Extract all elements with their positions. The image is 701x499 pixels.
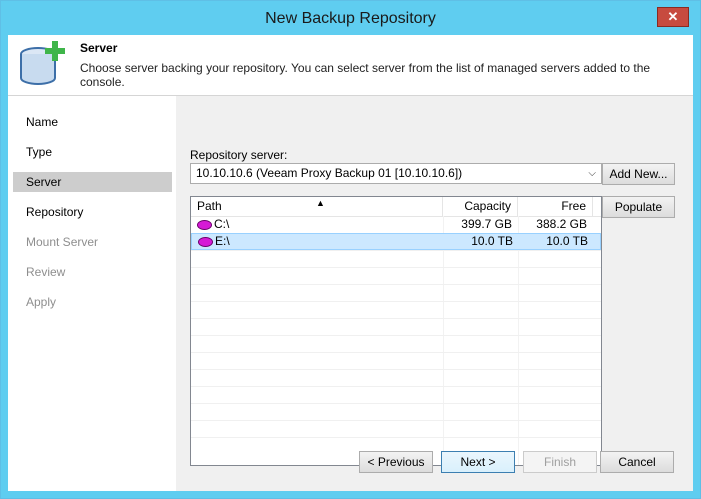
wizard-steps: Name Type Server Repository Mount Server…	[8, 96, 176, 491]
cell-free: 10.0 TB	[546, 234, 588, 248]
grid-line	[191, 267, 601, 268]
column-divider	[443, 216, 444, 465]
finish-button: Finish	[523, 451, 597, 473]
disk-icon	[197, 219, 212, 230]
populate-button[interactable]: Populate	[602, 196, 675, 218]
grid-line	[191, 301, 601, 302]
table-row[interactable]: C:\ 399.7 GB 388.2 GB	[191, 216, 601, 233]
grid-line	[191, 250, 601, 251]
repository-server-label: Repository server:	[190, 148, 288, 162]
disk-icon	[198, 236, 213, 247]
grid-line	[191, 437, 601, 438]
dialog-window: New Backup Repository ✕ Server Choose se…	[0, 0, 701, 499]
grid-line	[191, 318, 601, 319]
grid-line	[191, 284, 601, 285]
grid-line	[191, 352, 601, 353]
close-button[interactable]: ✕	[657, 7, 689, 27]
grid-line	[191, 386, 601, 387]
cell-capacity: 10.0 TB	[471, 234, 513, 248]
nav-step-name[interactable]: Name	[13, 112, 172, 132]
database-add-icon	[20, 41, 65, 85]
nav-step-mount-server: Mount Server	[26, 235, 99, 249]
step-header: Server Choose server backing your reposi…	[8, 35, 693, 96]
nav-step-apply: Apply	[26, 295, 57, 309]
table-header: Path ▲ Capacity Free	[191, 197, 601, 217]
previous-button[interactable]: < Previous	[359, 451, 433, 473]
nav-step-type[interactable]: Type	[13, 142, 172, 162]
table-row[interactable]: E:\ 10.0 TB 10.0 TB	[191, 233, 601, 250]
sort-ascending-icon: ▲	[316, 198, 325, 208]
dialog-body: Server Choose server backing your reposi…	[8, 35, 693, 491]
next-button[interactable]: Next >	[441, 451, 515, 473]
column-divider	[518, 216, 519, 465]
path-text: E:\	[215, 234, 230, 248]
cell-capacity: 399.7 GB	[461, 217, 512, 231]
nav-step-server[interactable]: Server	[13, 172, 172, 192]
column-free[interactable]: Free	[518, 197, 593, 216]
step-title: Server	[80, 41, 118, 55]
repository-server-select[interactable]: 10.10.10.6 (Veeam Proxy Backup 01 [10.10…	[190, 163, 602, 184]
grid-line	[191, 420, 601, 421]
title-bar[interactable]: New Backup Repository ✕	[1, 1, 700, 35]
chevron-down-icon[interactable]: ⌵	[588, 164, 596, 183]
repository-server-value: 10.10.10.6 (Veeam Proxy Backup 01 [10.10…	[196, 166, 463, 180]
column-path-label: Path	[197, 199, 222, 213]
path-text: C:\	[214, 217, 230, 231]
cell-path: C:\	[191, 216, 443, 233]
grid-line	[191, 403, 601, 404]
window-title: New Backup Repository	[265, 10, 436, 27]
grid-line	[191, 369, 601, 370]
step-description: Choose server backing your repository. Y…	[80, 61, 651, 89]
cell-free: 388.2 GB	[536, 217, 587, 231]
add-new-button[interactable]: Add New...	[602, 163, 675, 185]
column-path[interactable]: Path ▲	[191, 197, 443, 216]
cell-path: E:\	[192, 233, 444, 250]
grid-line	[191, 335, 601, 336]
nav-step-review: Review	[26, 265, 66, 279]
volumes-table: Path ▲ Capacity Free C:\ 399.7 GB 388.2 …	[190, 196, 602, 466]
close-icon: ✕	[667, 9, 679, 24]
column-capacity[interactable]: Capacity	[443, 197, 518, 216]
nav-step-repository[interactable]: Repository	[13, 202, 172, 222]
cancel-button[interactable]: Cancel	[600, 451, 674, 473]
